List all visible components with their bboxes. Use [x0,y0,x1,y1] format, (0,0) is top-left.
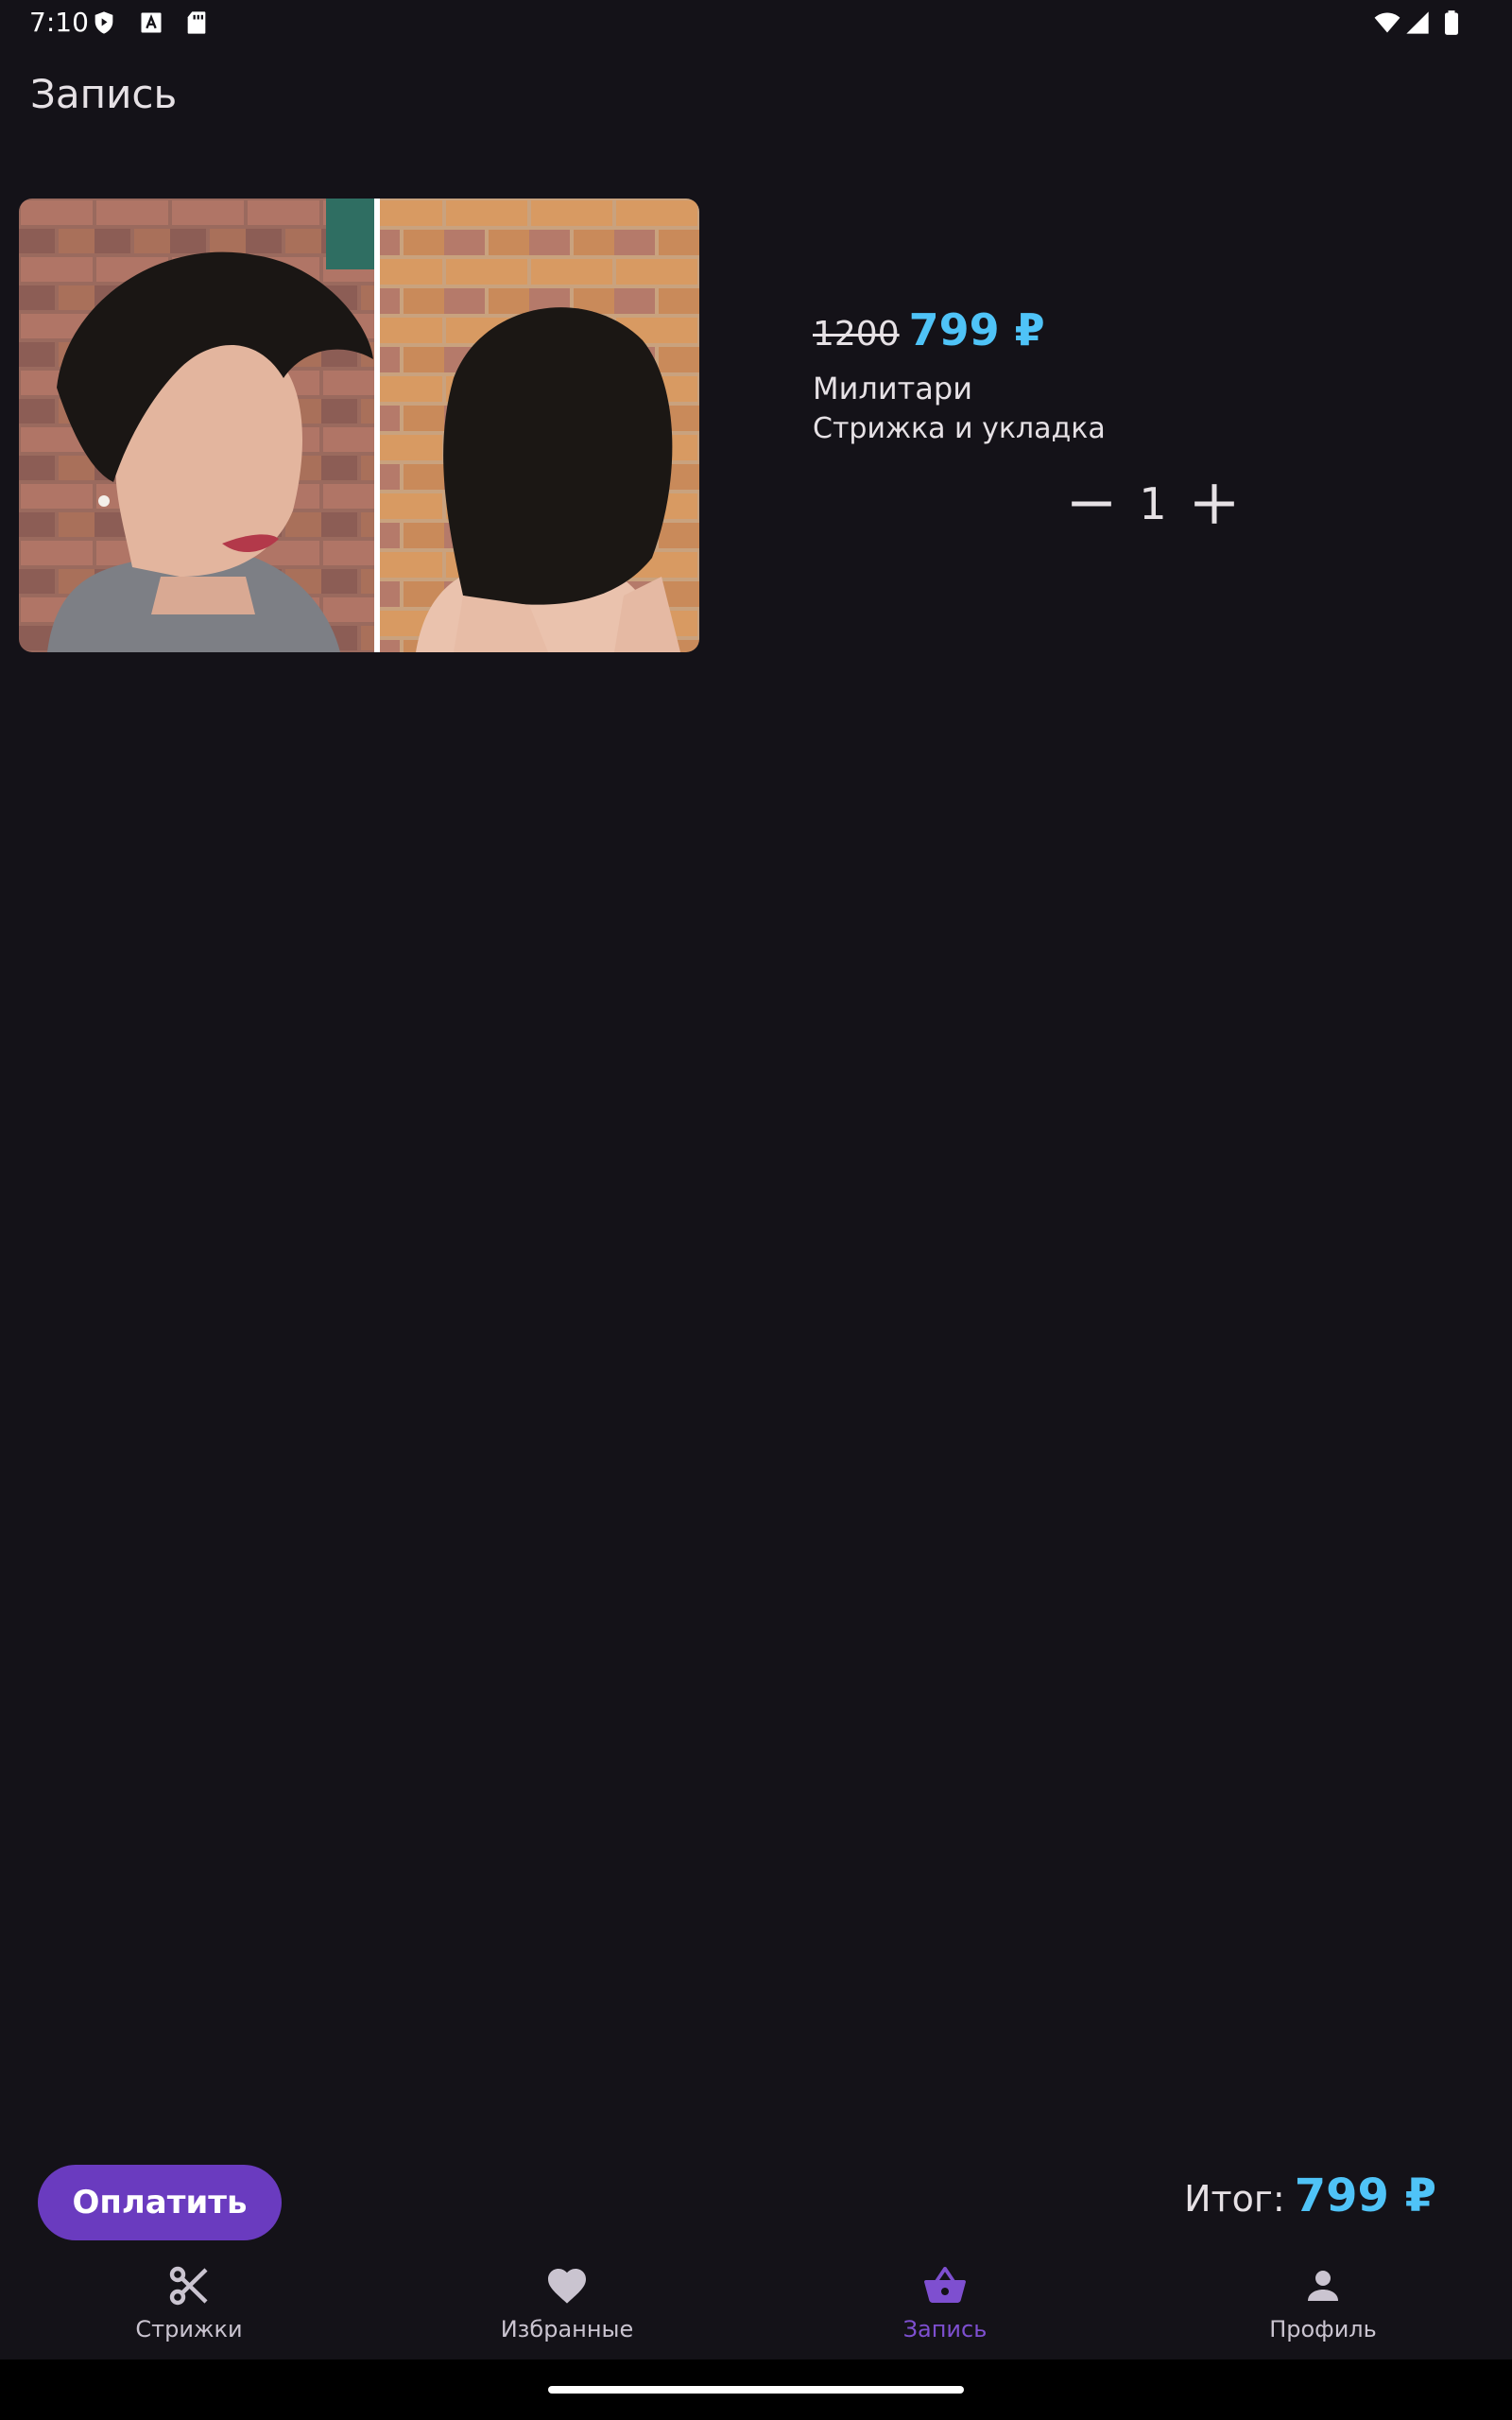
nav-item-haircuts[interactable]: Стрижки [0,2250,378,2360]
total-row: Итог: 799 ₽ [1184,2169,1436,2236]
scissors-icon [166,2263,212,2308]
plus-icon[interactable] [1191,480,1238,527]
cell-signal-icon [1404,9,1431,36]
battery-icon [1438,9,1465,36]
person-icon [1300,2263,1346,2308]
quantity-stepper: 1 [1068,473,1238,535]
haircut-photo [19,199,699,652]
old-price: 1200 [813,315,900,354]
bottom-navigation: Стрижки Избранные Запись Профиль [0,2250,1512,2360]
nav-label-haircuts: Стрижки [135,2316,243,2342]
nav-item-profile[interactable]: Профиль [1134,2250,1512,2360]
minus-icon[interactable] [1068,480,1115,527]
system-gesture-bar [0,2360,1512,2420]
status-bar: 7:10 [0,0,1512,45]
home-gesture-handle[interactable] [548,2386,964,2394]
sd-card-icon [183,9,210,36]
basket-icon [922,2263,968,2308]
price-row: 1200 799 ₽ [813,304,1045,359]
status-time: 7:10 [29,7,89,38]
heart-icon [544,2263,590,2308]
nav-label-favorites: Избранные [500,2316,634,2342]
wifi-icon [1374,9,1400,36]
quantity-value: 1 [1139,478,1167,529]
new-price: 799 ₽ [908,304,1045,355]
font-a-icon [138,9,164,36]
item-description: Стрижка и укладка [813,412,1106,445]
nav-label-booking: Запись [902,2316,988,2342]
shield-play-icon [91,9,117,36]
total-label: Итог: [1184,2178,1285,2220]
page-title: Запись [30,71,178,117]
item-name: Милитари [813,371,973,406]
nav-label-profile: Профиль [1269,2316,1377,2342]
nav-item-booking[interactable]: Запись [756,2250,1134,2360]
pay-button[interactable]: Оплатить [38,2165,282,2240]
total-value: 799 ₽ [1294,2169,1436,2222]
nav-item-favorites[interactable]: Избранные [378,2250,756,2360]
